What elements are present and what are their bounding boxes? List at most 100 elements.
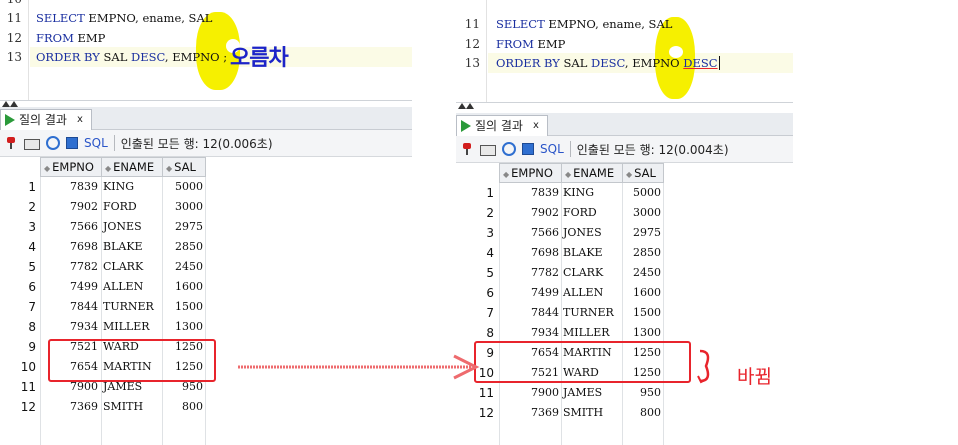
table-row[interactable]: 8 7934 MILLER 1300 (0, 317, 412, 337)
sql-button[interactable]: SQL (540, 142, 564, 156)
table-row[interactable]: 12 7369 SMITH 800 (456, 403, 793, 423)
table-row[interactable]: 8 7934 MILLER 1300 (456, 323, 793, 343)
row-number: 5 (486, 266, 494, 280)
print-icon[interactable] (480, 145, 496, 156)
close-icon[interactable]: x (533, 116, 539, 136)
close-icon[interactable]: x (77, 110, 83, 130)
table-row[interactable]: 1 7839 KING 5000 (456, 183, 793, 203)
row-number: 11 (478, 386, 494, 400)
cell-sal: 950 (640, 386, 661, 399)
row-number: 3 (486, 226, 494, 240)
splitter[interactable] (456, 102, 793, 111)
cell-sal: 1500 (175, 300, 203, 313)
row-number: 8 (28, 320, 36, 334)
column-header-ename[interactable]: ◆ ENAME (101, 157, 163, 177)
sort-icon: ◆ (503, 170, 510, 179)
cell-sal: 3000 (633, 206, 661, 219)
status-text: 인출된 모든 행: 12(0.004초) (576, 142, 729, 157)
table-row[interactable]: 7 7844 TURNER 1500 (456, 303, 793, 323)
row-number: 12 (478, 406, 494, 420)
export-icon[interactable] (66, 137, 78, 149)
row-number: 8 (486, 326, 494, 340)
collapse-up-icon[interactable] (466, 103, 474, 109)
tab-query-result[interactable]: 질의 결과 x (456, 115, 548, 136)
table-row[interactable]: 2 7902 FORD 3000 (456, 203, 793, 223)
results-grid[interactable]: ◆ EMPNO ◆ ENAME ◆ SAL 1 7839 KING 5000 2 7902 FOR… (0, 157, 412, 445)
table-row[interactable]: 3 7566 JONES 2975 (456, 223, 793, 243)
row-number: 4 (486, 246, 494, 260)
line-number: 12 (6, 31, 22, 45)
line-number: 11 (464, 17, 480, 31)
cell-sal: 2450 (633, 266, 661, 279)
cell-empno: 7844 (531, 306, 559, 319)
code-line-12: FROM EMP (36, 31, 106, 45)
line-number: 10 (7, 0, 22, 6)
cell-ename: MILLER (103, 320, 150, 333)
sort-icon: ◆ (166, 164, 173, 173)
handwritten-note: 오름차 (230, 46, 289, 71)
row-number: 6 (486, 286, 494, 300)
print-icon[interactable] (24, 139, 40, 150)
cell-sal: 2975 (633, 226, 661, 239)
results-toolbar: SQL 인출된 모든 행: 12(0.004초) (456, 136, 793, 163)
cell-empno: 7839 (531, 186, 559, 199)
table-row[interactable]: 5 7782 CLARK 2450 (0, 257, 412, 277)
code-line-12: FROM EMP (496, 37, 566, 51)
cell-sal: 1300 (633, 326, 661, 339)
column-header-sal[interactable]: ◆ SAL (162, 157, 206, 177)
cell-sal: 2450 (175, 260, 203, 273)
results-tabbar: 질의 결과 x (456, 113, 793, 136)
cell-empno: 7499 (531, 286, 559, 299)
tab-query-result[interactable]: 질의 결과 x (0, 109, 92, 130)
cell-ename: BLAKE (103, 240, 143, 253)
tab-label: 질의 결과 (19, 113, 67, 127)
column-header-ename[interactable]: ◆ ENAME (561, 163, 623, 183)
cell-ename: KING (563, 186, 594, 199)
tab-label: 질의 결과 (475, 119, 523, 133)
pin-icon[interactable] (460, 142, 474, 156)
row-number: 3 (28, 220, 36, 234)
cell-empno: 7499 (70, 280, 98, 293)
sql-editor[interactable]: 10 11 12 13 SELECT EMPNO, ename, SAL FRO… (0, 0, 412, 100)
table-row[interactable]: 3 7566 JONES 2975 (0, 217, 412, 237)
row-number: 1 (28, 180, 36, 194)
table-row[interactable]: 5 7782 CLARK 2450 (456, 263, 793, 283)
line-number: 13 (6, 50, 22, 64)
pin-icon[interactable] (4, 136, 18, 150)
cell-empno: 7902 (70, 200, 98, 213)
table-row[interactable]: 6 7499 ALLEN 1600 (456, 283, 793, 303)
line-gutter: 11 12 13 (456, 0, 487, 102)
table-row[interactable]: 6 7499 ALLEN 1600 (0, 277, 412, 297)
cell-empno: 7900 (531, 386, 559, 399)
row-number: 5 (28, 260, 36, 274)
refresh-icon[interactable] (502, 142, 516, 156)
code-line-13: ORDER BY SAL DESC, EMPNO ; (36, 50, 228, 64)
column-header-sal[interactable]: ◆ SAL (622, 163, 664, 183)
line-gutter: 10 11 12 13 (0, 0, 29, 100)
cell-sal: 800 (182, 400, 203, 413)
swap-bracket-icon (697, 349, 710, 384)
swap-note: 바뀜 (737, 366, 772, 388)
column-header-empno[interactable]: ◆ EMPNO (40, 157, 102, 177)
row-number: 4 (28, 240, 36, 254)
code-line-11: SELECT EMPNO, ename, SAL (496, 17, 673, 31)
table-row[interactable]: 4 7698 BLAKE 2850 (0, 237, 412, 257)
export-icon[interactable] (522, 143, 534, 155)
cell-ename: MILLER (563, 326, 610, 339)
table-row[interactable]: 12 7369 SMITH 800 (0, 397, 412, 417)
table-row[interactable]: 4 7698 BLAKE 2850 (456, 243, 793, 263)
refresh-icon[interactable] (46, 136, 60, 150)
row-number: 2 (486, 206, 494, 220)
cell-empno: 7369 (70, 400, 98, 413)
column-header-empno[interactable]: ◆ EMPNO (499, 163, 562, 183)
sql-button[interactable]: SQL (84, 136, 108, 150)
row-number: 11 (20, 380, 36, 394)
results-grid[interactable]: ◆ EMPNO ◆ ENAME ◆ SAL 1 7839 KING 5000 2 7902 FOR… (456, 163, 793, 445)
table-row[interactable]: 1 7839 KING 5000 (0, 177, 412, 197)
sort-icon: ◆ (565, 170, 572, 179)
row-number: 7 (28, 300, 36, 314)
sql-editor[interactable]: 11 12 13 SELECT EMPNO, ename, SAL FROM E… (456, 0, 793, 102)
table-row[interactable]: 7 7844 TURNER 1500 (0, 297, 412, 317)
table-row[interactable]: 2 7902 FORD 3000 (0, 197, 412, 217)
collapse-up-icon[interactable] (458, 103, 466, 109)
